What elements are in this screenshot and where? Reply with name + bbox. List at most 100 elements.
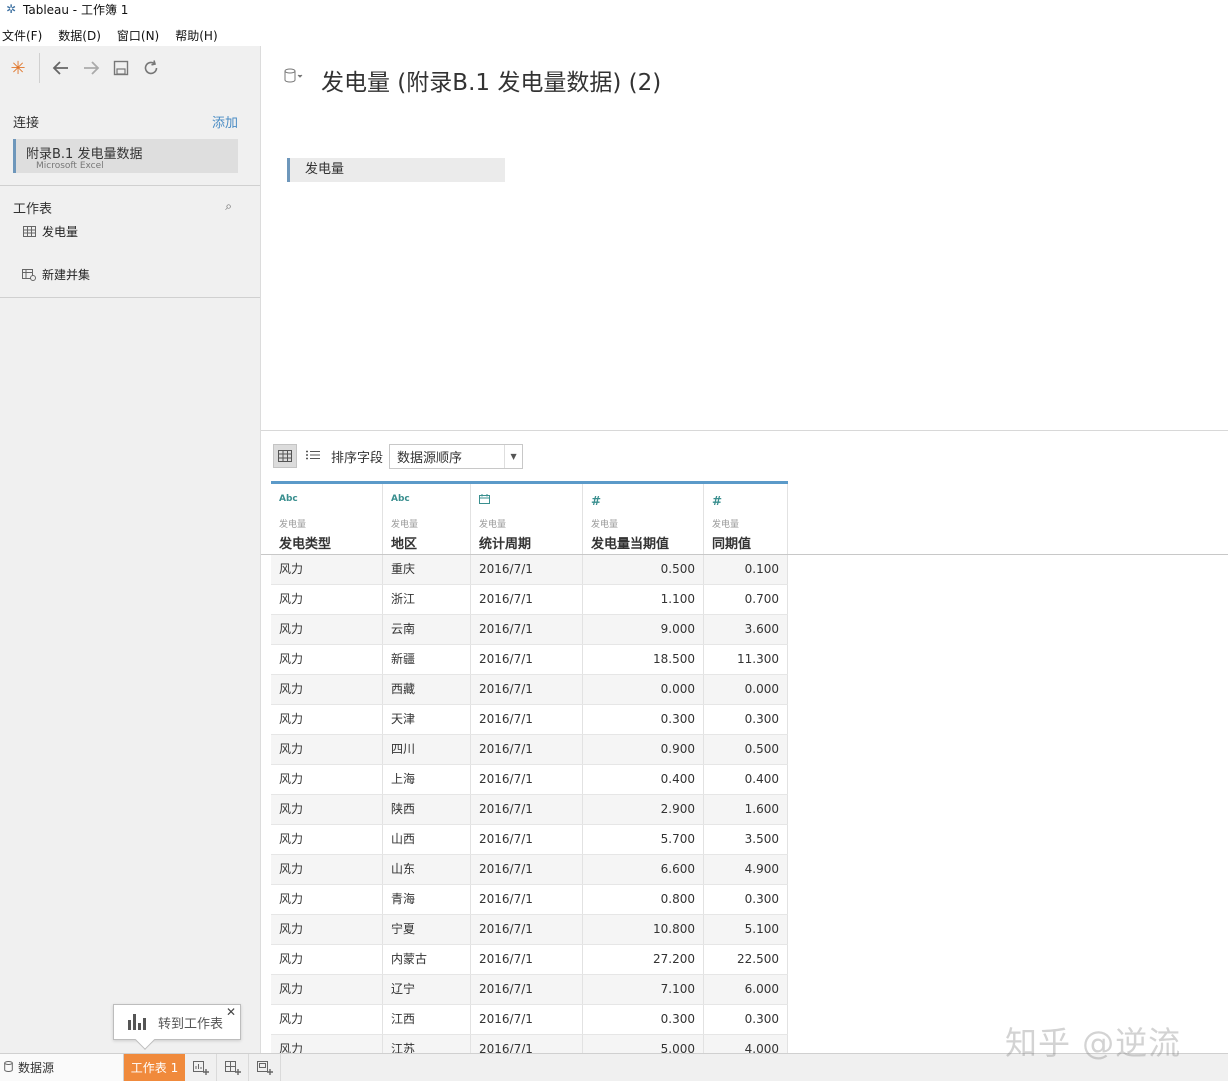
tableau-home-icon[interactable]: ✳ [3, 53, 33, 83]
forward-arrow-icon[interactable] [76, 53, 106, 83]
new-story-icon[interactable] [249, 1054, 281, 1081]
menu-window[interactable]: 窗口(N) [117, 27, 159, 44]
menu-help[interactable]: 帮助(H) [175, 27, 217, 44]
cell-type: 风力 [271, 675, 383, 704]
cell-period: 2016/7/1 [471, 945, 583, 974]
cell-prior-value: 0.100 [704, 555, 788, 584]
table-row[interactable]: 风力 四川 2016/7/1 0.900 0.500 [271, 735, 788, 765]
column-header[interactable]: 发电量 统计周期 [471, 484, 583, 554]
cell-period: 2016/7/1 [471, 885, 583, 914]
cell-current-value: 6.600 [583, 855, 704, 884]
cell-prior-value: 1.600 [704, 795, 788, 824]
canvas-splitter[interactable] [261, 430, 1228, 431]
toolbar: ✳ [0, 46, 260, 90]
calendar-icon[interactable] [479, 494, 490, 507]
search-icon[interactable]: ⌕ [225, 199, 232, 214]
sort-field-value: 数据源顺序 [397, 450, 463, 466]
table-row[interactable]: 风力 云南 2016/7/1 9.000 3.600 [271, 615, 788, 645]
chevron-down-icon: ▼ [504, 444, 522, 468]
cell-prior-value: 0.500 [704, 735, 788, 764]
cell-type: 风力 [271, 585, 383, 614]
new-union-label: 新建并集 [42, 268, 91, 282]
table-chip[interactable]: 发电量 [287, 158, 505, 182]
database-icon [4, 1060, 13, 1075]
column-name: 地区 [391, 537, 418, 552]
new-dashboard-icon[interactable] [217, 1054, 249, 1081]
string-type-icon[interactable]: Abc [279, 494, 298, 504]
tab-data-source[interactable]: 数据源 [0, 1054, 124, 1081]
data-source-title[interactable]: 发电量 (附录B.1 发电量数据) (2) [321, 63, 661, 97]
cell-period: 2016/7/1 [471, 555, 583, 584]
database-icon[interactable] [283, 68, 303, 86]
sidebar-sheet-item[interactable]: 发电量 [22, 223, 78, 240]
table-row[interactable]: 风力 陕西 2016/7/1 2.900 1.600 [271, 795, 788, 825]
column-header[interactable]: Abc 发电量 地区 [383, 484, 471, 554]
table-row[interactable]: 风力 重庆 2016/7/1 0.500 0.100 [271, 555, 788, 585]
column-header[interactable]: # 发电量 发电量当期值 [583, 484, 704, 554]
grid-view-icon[interactable] [273, 444, 297, 468]
column-header[interactable]: # 发电量 同期值 [704, 484, 788, 554]
table-row[interactable]: 风力 辽宁 2016/7/1 7.100 6.000 [271, 975, 788, 1005]
cell-type: 风力 [271, 975, 383, 1004]
cell-prior-value: 4.900 [704, 855, 788, 884]
zhihu-watermark: 知乎 @逆流 [1005, 1024, 1182, 1062]
go-to-sheet-tooltip[interactable]: 转到工作表 ✕ [113, 1004, 241, 1050]
grid-body[interactable]: 风力 重庆 2016/7/1 0.500 0.100 风力 浙江 2016/7/1 1.100 0… [271, 555, 788, 1053]
bar-chart-icon [128, 1014, 148, 1030]
connection-item[interactable]: 附录B.1 发电量数据 Microsoft Excel [13, 139, 238, 173]
cell-prior-value: 6.000 [704, 975, 788, 1004]
cell-period: 2016/7/1 [471, 675, 583, 704]
cell-type: 风力 [271, 615, 383, 644]
column-header[interactable]: Abc 发电量 发电类型 [271, 484, 383, 554]
table-row[interactable]: 风力 江西 2016/7/1 0.300 0.300 [271, 1005, 788, 1035]
cell-region: 内蒙古 [383, 945, 471, 974]
cell-prior-value: 0.400 [704, 765, 788, 794]
table-row[interactable]: 风力 宁夏 2016/7/1 10.800 5.100 [271, 915, 788, 945]
cell-type: 风力 [271, 855, 383, 884]
table-row[interactable]: 风力 浙江 2016/7/1 1.100 0.700 [271, 585, 788, 615]
cell-current-value: 2.900 [583, 795, 704, 824]
cell-current-value: 18.500 [583, 645, 704, 674]
cell-period: 2016/7/1 [471, 765, 583, 794]
cell-region: 山东 [383, 855, 471, 884]
table-row[interactable]: 风力 天津 2016/7/1 0.300 0.300 [271, 705, 788, 735]
table-row[interactable]: 风力 上海 2016/7/1 0.400 0.400 [271, 765, 788, 795]
menu-file[interactable]: 文件(F) [2, 27, 42, 44]
table-row[interactable]: 风力 内蒙古 2016/7/1 27.200 22.500 [271, 945, 788, 975]
table-row[interactable]: 风力 新疆 2016/7/1 18.500 11.300 [271, 645, 788, 675]
cell-region: 四川 [383, 735, 471, 764]
table-row[interactable]: 风力 江苏 2016/7/1 5.000 4.000 [271, 1035, 788, 1053]
cell-type: 风力 [271, 735, 383, 764]
string-type-icon[interactable]: Abc [391, 494, 410, 504]
sort-field-label: 排序字段 [331, 450, 384, 466]
back-arrow-icon[interactable] [46, 53, 76, 83]
number-type-icon[interactable]: # [591, 494, 601, 508]
cell-region: 山西 [383, 825, 471, 854]
refresh-icon[interactable] [136, 53, 166, 83]
table-row[interactable]: 风力 青海 2016/7/1 0.800 0.300 [271, 885, 788, 915]
new-worksheet-icon[interactable] [185, 1054, 217, 1081]
sort-field-dropdown[interactable]: 数据源顺序 ▼ [389, 443, 524, 469]
cell-region: 上海 [383, 765, 471, 794]
cell-type: 风力 [271, 945, 383, 974]
cell-period: 2016/7/1 [471, 615, 583, 644]
add-connection-link[interactable]: 添加 [212, 112, 238, 131]
cell-region: 新疆 [383, 645, 471, 674]
table-row[interactable]: 风力 山西 2016/7/1 5.700 3.500 [271, 825, 788, 855]
number-type-icon[interactable]: # [712, 494, 722, 508]
table-row[interactable]: 风力 西藏 2016/7/1 0.000 0.000 [271, 675, 788, 705]
list-view-icon[interactable] [301, 444, 325, 468]
sheets-title: 工作表 [13, 202, 53, 217]
tab-sheet-1[interactable]: 工作表 1 [124, 1054, 185, 1081]
connection-type: Microsoft Excel [36, 161, 104, 171]
close-icon[interactable]: ✕ [226, 1005, 236, 1019]
cell-region: 宁夏 [383, 915, 471, 944]
table-row[interactable]: 风力 山东 2016/7/1 6.600 4.900 [271, 855, 788, 885]
new-union-item[interactable]: 新建并集 [22, 266, 90, 283]
save-icon[interactable] [106, 53, 136, 83]
cell-period: 2016/7/1 [471, 795, 583, 824]
menu-data[interactable]: 数据(D) [58, 27, 101, 44]
cell-period: 2016/7/1 [471, 825, 583, 854]
column-source: 发电量 [712, 520, 740, 530]
cell-prior-value: 0.300 [704, 705, 788, 734]
